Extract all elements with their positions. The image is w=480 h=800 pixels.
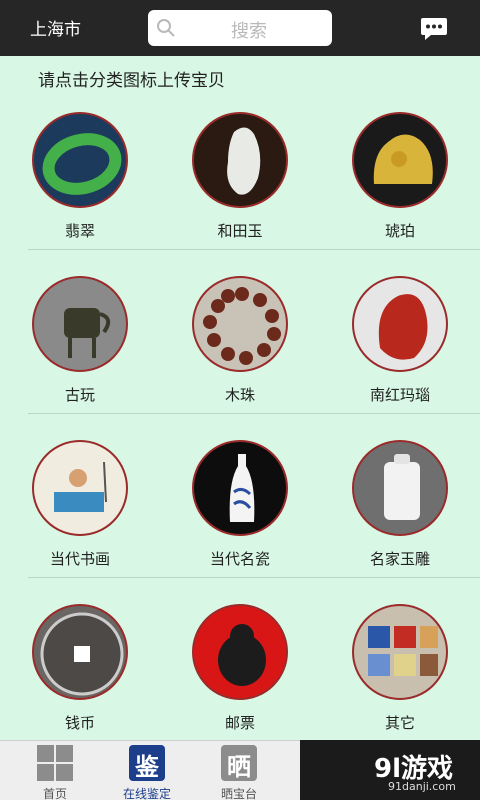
category-label: 钱币 — [64, 714, 95, 732]
category-qita[interactable]: 其它 — [320, 604, 480, 754]
category-label: 其它 — [384, 714, 415, 732]
category-dangdaishuhua[interactable]: 当代书画 — [0, 440, 160, 590]
category-label: 名家玉雕 — [369, 550, 430, 568]
category-label: 翡翠 — [64, 222, 95, 240]
wood-beads-image — [192, 276, 288, 372]
painting-image — [32, 440, 128, 536]
category-feicui[interactable]: 翡翠 — [0, 112, 160, 262]
category-youpiao[interactable]: 邮票 — [160, 604, 320, 754]
amber-image — [352, 112, 448, 208]
tab-home[interactable]: 首页 — [20, 745, 90, 800]
tab-label: 在线鉴定 — [122, 787, 171, 800]
category-label: 和田玉 — [217, 222, 263, 240]
category-label: 邮票 — [224, 714, 255, 732]
category-label: 南红玛瑙 — [369, 386, 430, 404]
hetian-jade-image — [192, 112, 288, 208]
row-divider — [28, 413, 480, 414]
category-label: 琥珀 — [384, 222, 415, 240]
category-mingjiayudiao[interactable]: 名家玉雕 — [320, 440, 480, 590]
city-selector[interactable]: 上海市 — [30, 15, 81, 40]
tab-label: 首页 — [42, 787, 67, 800]
category-muzhu[interactable]: 木珠 — [160, 276, 320, 426]
category-label: 当代书画 — [49, 550, 110, 568]
jade-carving-image — [352, 440, 448, 536]
category-hetianyu[interactable]: 和田玉 — [160, 112, 320, 262]
search-input[interactable]: 搜索 — [148, 10, 332, 46]
home-icon — [37, 745, 73, 781]
jade-bangle-image — [32, 112, 128, 208]
category-dangdaimingci[interactable]: 当代名瓷 — [160, 440, 320, 590]
message-icon[interactable] — [420, 16, 448, 42]
watermark-domain: 91danji.com — [388, 780, 456, 793]
stamp-image — [192, 604, 288, 700]
row-divider — [28, 577, 480, 578]
porcelain-vase-image — [192, 440, 288, 536]
tab-showcase[interactable]: 晒 晒宝台 — [204, 745, 274, 800]
category-hupo[interactable]: 琥珀 — [320, 112, 480, 262]
showcase-icon: 晒 — [221, 745, 257, 781]
top-bar: 上海市 搜索 — [0, 0, 480, 56]
category-qianbi[interactable]: 钱币 — [0, 604, 160, 754]
antique-bronze-image — [32, 276, 128, 372]
category-grid: 翡翠 和田玉 琥珀 古玩 木珠 南红玛瑙 当代书画 当代名瓷 名家玉雕 钱币 邮… — [0, 56, 480, 740]
row-divider — [28, 249, 480, 250]
category-label: 当代名瓷 — [209, 550, 270, 568]
misc-collectibles-image — [352, 604, 448, 700]
coin-image — [32, 604, 128, 700]
red-agate-image — [352, 276, 448, 372]
category-guwan[interactable]: 古玩 — [0, 276, 160, 426]
category-nanhongmanao[interactable]: 南红玛瑙 — [320, 276, 480, 426]
tab-online-appraisal[interactable]: 鉴 在线鉴定 — [112, 745, 182, 800]
appraisal-icon: 鉴 — [129, 745, 165, 781]
category-label: 古玩 — [64, 386, 95, 404]
search-placeholder: 搜索 — [231, 21, 267, 42]
category-panel: 请点击分类图标上传宝贝 翡翠 和田玉 琥珀 古玩 木珠 南红玛瑙 当代书画 当代… — [0, 56, 480, 740]
tab-label: 晒宝台 — [220, 787, 257, 800]
category-label: 木珠 — [224, 386, 255, 404]
